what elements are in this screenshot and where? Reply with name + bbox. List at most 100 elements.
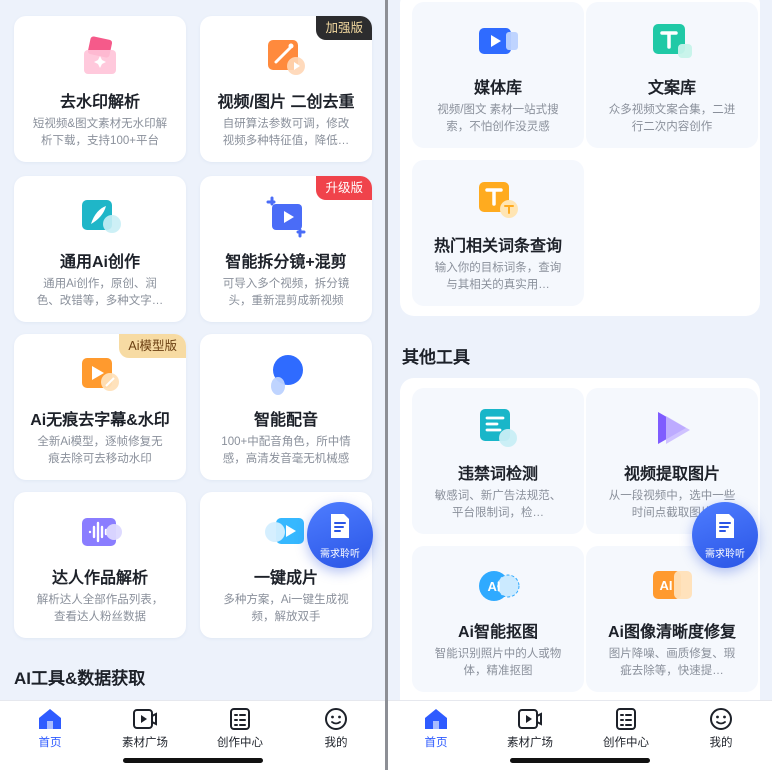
card-keyword-search[interactable]: 热门相关词条查询 输入你的目标词条，查询与其相关的真实用… bbox=[412, 160, 584, 306]
card-ai-writing[interactable]: 通用Ai创作 通用Ai创作，原创、润色、改错等，多种文字… bbox=[14, 176, 186, 322]
card-copy-library[interactable]: 文案库 众多视频文案合集，二进行二次内容创作 bbox=[586, 2, 758, 148]
tab-material-square[interactable]: 素材广场 bbox=[490, 707, 570, 757]
smiley-icon bbox=[710, 708, 732, 730]
smiley-icon bbox=[325, 708, 347, 730]
card-title: 文案库 bbox=[647, 80, 696, 97]
card-title: 视频提取图片 bbox=[623, 466, 720, 483]
card-desc: 视频/图文 素材一站式搜索，不怕创作没灵感 bbox=[437, 104, 559, 133]
microphone-icon bbox=[271, 355, 303, 395]
home-indicator bbox=[122, 758, 263, 763]
card-watermark-parse[interactable]: 去水印解析 短视频&图文素材无水印解析下载，支持100+平台 bbox=[14, 16, 186, 162]
checklist-icon bbox=[616, 708, 636, 730]
tab-creation-center[interactable]: 创作中心 bbox=[586, 707, 666, 757]
card-title: Ai图像清晰度修复 bbox=[607, 624, 736, 641]
media-library-icon bbox=[479, 28, 518, 54]
tab-label: 我的 bbox=[324, 737, 348, 749]
dual-screenshot: 去水印解析 短视频&图文素材无水印解析下载，支持100+平台 加强版 视频/图片… bbox=[0, 0, 772, 770]
card-desc: 可导入多个视频，拆分镜头，重新混剪成新视频 bbox=[222, 278, 350, 307]
card-desc: 智能识别照片中的人或物体，精准抠图 bbox=[434, 648, 562, 677]
left-scroll-area[interactable]: 去水印解析 短视频&图文素材无水印解析下载，支持100+平台 加强版 视频/图片… bbox=[0, 0, 385, 700]
edit-document-icon bbox=[331, 514, 349, 538]
video-extract-icon bbox=[658, 412, 690, 444]
card-creator-analysis[interactable]: 达人作品解析 解析达人全部作品列表，查看达人粉丝数据 bbox=[14, 492, 186, 638]
card-desc: 通用Ai创作，原创、润色、改错等，多种文字… bbox=[36, 278, 164, 307]
card-desc: 多种方案，Ai一键生成视频，解放双手 bbox=[223, 594, 349, 623]
bottom-tab-bar: 首页 素材广场 创作中心 我的 bbox=[0, 700, 385, 770]
icon-text: AI bbox=[660, 578, 673, 593]
tab-mine[interactable]: 我的 bbox=[296, 707, 376, 757]
card-desc: 短视频&图文素材无水印解析下载，支持100+平台 bbox=[32, 118, 168, 147]
sound-wave-icon bbox=[82, 518, 122, 546]
card-desc: 全新Ai模型，逐帧修复无痕去除可去移动水印 bbox=[37, 436, 163, 465]
feedback-fab[interactable]: 需求聆听 bbox=[307, 502, 373, 568]
card-title: 智能拆分镜+混剪 bbox=[225, 254, 347, 271]
crop-video-icon bbox=[266, 196, 306, 238]
eraser-icon bbox=[84, 36, 116, 74]
magic-wand-video-icon bbox=[268, 40, 305, 75]
card-media-library[interactable]: 媒体库 视频/图文 素材一站式搜索，不怕创作没灵感 bbox=[412, 2, 584, 148]
card-desc: 众多视频文案合集，二进行二次内容创作 bbox=[608, 104, 736, 133]
card-desc: 自研算法参数可调，修改视频多种特征值，降低… bbox=[222, 118, 350, 147]
card-title: 通用Ai创作 bbox=[59, 254, 140, 271]
video-square-icon bbox=[133, 709, 157, 729]
card-voiceover[interactable]: 智能配音 100+中配音角色，所中情感，高清发音毫无机械感 bbox=[200, 334, 372, 480]
card-title: 一键成片 bbox=[253, 570, 318, 587]
fab-label: 需求聆听 bbox=[705, 549, 745, 560]
tab-label: 素材广场 bbox=[507, 737, 553, 749]
home-icon bbox=[425, 709, 447, 729]
tag-enhanced: 加强版 bbox=[316, 16, 372, 40]
tab-label: 创作中心 bbox=[217, 737, 263, 749]
card-title: 达人作品解析 bbox=[51, 570, 148, 587]
card-desc: 解析达人全部作品列表，查看达人粉丝数据 bbox=[36, 594, 164, 623]
quill-icon bbox=[82, 200, 121, 233]
card-scene-split[interactable]: 升级版 智能拆分镜+混剪 可导入多个视频，拆分镜头，重新混剪成新视频 bbox=[200, 176, 372, 322]
card-desc: 敏感词、新广告法规范、平台限制词，检… bbox=[434, 490, 562, 519]
tag-upgraded: 升级版 bbox=[316, 176, 372, 200]
text-to-video-icon bbox=[265, 518, 304, 544]
tab-label: 素材广场 bbox=[122, 737, 168, 749]
tag-ai-model: Ai模型版 bbox=[119, 334, 186, 358]
tab-label: 首页 bbox=[424, 737, 448, 749]
tab-material-square[interactable]: 素材广场 bbox=[105, 707, 185, 757]
home-indicator bbox=[510, 758, 650, 763]
tab-creation-center[interactable]: 创作中心 bbox=[200, 707, 280, 757]
copy-library-icon bbox=[653, 24, 692, 58]
card-title: Ai智能抠图 bbox=[457, 624, 538, 641]
card-forbidden-word[interactable]: 违禁词检测 敏感词、新广告法规范、平台限制词，检… bbox=[412, 388, 584, 534]
card-title: 去水印解析 bbox=[59, 94, 140, 111]
keyword-search-icon bbox=[479, 182, 518, 218]
right-screen: 媒体库 视频/图文 素材一站式搜索，不怕创作没灵感 文案库 众多视频文案合集，二… bbox=[388, 0, 772, 770]
video-square-icon bbox=[518, 709, 542, 729]
tab-label: 我的 bbox=[709, 737, 733, 749]
left-screen: 去水印解析 短视频&图文素材无水印解析下载，支持100+平台 加强版 视频/图片… bbox=[0, 0, 385, 770]
card-desc: 输入你的目标词条，查询与其相关的真实用… bbox=[434, 262, 562, 291]
card-ai-enhance[interactable]: AI Ai图像清晰度修复 图片降噪、画质修复、瑕疵去除等，快速提… bbox=[586, 546, 758, 692]
tab-mine[interactable]: 我的 bbox=[681, 707, 761, 757]
tab-label: 创作中心 bbox=[603, 737, 649, 749]
feedback-fab[interactable]: 需求聆听 bbox=[692, 502, 758, 568]
bottom-tab-bar: 首页 素材广场 创作中心 我的 bbox=[388, 700, 772, 770]
card-title: 热门相关词条查询 bbox=[433, 238, 562, 255]
card-title: 视频/图片 二创去重 bbox=[217, 94, 355, 111]
tab-home[interactable]: 首页 bbox=[10, 707, 90, 757]
card-desc: 100+中配音角色，所中情感，高清发音毫无机械感 bbox=[221, 436, 351, 465]
checklist-icon bbox=[230, 708, 250, 730]
card-title: 媒体库 bbox=[473, 80, 522, 97]
card-title: 智能配音 bbox=[253, 412, 318, 429]
home-icon bbox=[39, 709, 61, 729]
card-video-dedup[interactable]: 加强版 视频/图片 二创去重 自研算法参数可调，修改视频多种特征值，降低… bbox=[200, 16, 372, 162]
card-subtitle-remove[interactable]: Ai模型版 Ai无痕去字幕&水印 全新Ai模型，逐帧修复无痕去除可去移动水印 bbox=[14, 334, 186, 480]
card-desc: 图片降噪、画质修复、瑕疵去除等，快速提… bbox=[608, 648, 736, 677]
section-title-other-tools: 其他工具 bbox=[402, 348, 470, 367]
tab-label: 首页 bbox=[38, 737, 62, 749]
tab-home[interactable]: 首页 bbox=[396, 707, 476, 757]
forbidden-word-icon bbox=[480, 409, 517, 447]
subtitle-remove-icon bbox=[82, 358, 119, 391]
card-title: Ai无痕去字幕&水印 bbox=[30, 412, 170, 429]
ai-enhance-icon: AI bbox=[653, 571, 692, 599]
card-ai-cutout[interactable]: AI Ai智能抠图 智能识别照片中的人或物体，精准抠图 bbox=[412, 546, 584, 692]
right-scroll-area[interactable]: 媒体库 视频/图文 素材一站式搜索，不怕创作没灵感 文案库 众多视频文案合集，二… bbox=[388, 0, 772, 700]
icon-text: AI bbox=[488, 579, 501, 594]
edit-document-icon bbox=[716, 514, 734, 538]
ai-cutout-icon: AI bbox=[479, 571, 520, 601]
